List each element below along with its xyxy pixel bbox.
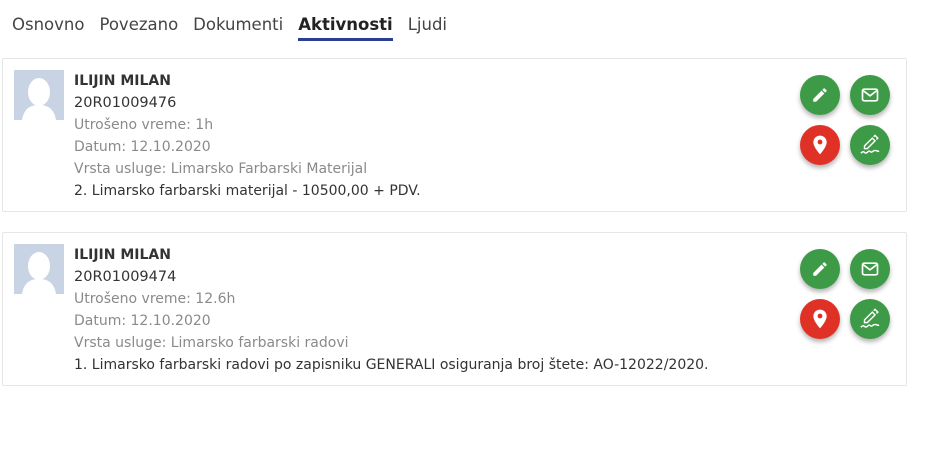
activity-actions	[800, 75, 892, 165]
avatar	[14, 244, 64, 294]
activity-number: 20R01009474	[74, 269, 177, 285]
email-button[interactable]	[850, 249, 890, 289]
location-button[interactable]	[800, 125, 840, 165]
activity-card: ILIJIN MILAN 20R01009474 Utrošeno vreme:…	[2, 232, 907, 386]
activity-date: Datum: 12.10.2020	[74, 313, 211, 329]
pencil-icon	[813, 88, 827, 102]
avatar	[14, 70, 64, 120]
email-button[interactable]	[850, 75, 890, 115]
signature-icon	[860, 308, 880, 328]
activity-date: Datum: 12.10.2020	[74, 139, 211, 155]
time-spent: Utrošeno vreme: 12.6h	[74, 291, 236, 307]
activity-description: 1. Limarsko farbarski radovi po zapisnik…	[74, 357, 709, 373]
location-button[interactable]	[800, 299, 840, 339]
person-silhouette-icon	[14, 70, 64, 120]
tab-povezano[interactable]: Povezano	[99, 14, 178, 44]
pencil-icon	[813, 262, 827, 276]
envelope-icon	[861, 88, 879, 102]
edit-button[interactable]	[800, 249, 840, 289]
activity-number: 20R01009476	[74, 95, 177, 111]
activity-info: ILIJIN MILAN 20R01009476 Utrošeno vreme:…	[74, 70, 421, 202]
tab-bar: Osnovno Povezano Dokumenti Aktivnosti Lj…	[12, 14, 462, 44]
activity-description: 2. Limarsko farbarski materijal - 10500,…	[74, 183, 421, 199]
service-type: Vrsta usluge: Limarsko farbarski radovi	[74, 335, 349, 351]
time-spent: Utrošeno vreme: 1h	[74, 117, 214, 133]
tab-ljudi[interactable]: Ljudi	[408, 14, 447, 44]
sign-button[interactable]	[850, 125, 890, 165]
envelope-icon	[861, 262, 879, 276]
activity-actions	[800, 249, 892, 339]
service-type: Vrsta usluge: Limarsko Farbarski Materij…	[74, 161, 368, 177]
map-pin-icon	[813, 309, 827, 329]
tab-dokumenti[interactable]: Dokumenti	[193, 14, 283, 44]
person-silhouette-icon	[14, 244, 64, 294]
person-name: ILIJIN MILAN	[74, 73, 171, 89]
activity-info: ILIJIN MILAN 20R01009474 Utrošeno vreme:…	[74, 244, 708, 376]
map-pin-icon	[813, 135, 827, 155]
edit-button[interactable]	[800, 75, 840, 115]
tab-osnovno[interactable]: Osnovno	[12, 14, 84, 44]
signature-icon	[860, 134, 880, 154]
person-name: ILIJIN MILAN	[74, 247, 171, 263]
activity-card: ILIJIN MILAN 20R01009476 Utrošeno vreme:…	[2, 58, 907, 212]
sign-button[interactable]	[850, 299, 890, 339]
tab-aktivnosti[interactable]: Aktivnosti	[298, 14, 393, 44]
